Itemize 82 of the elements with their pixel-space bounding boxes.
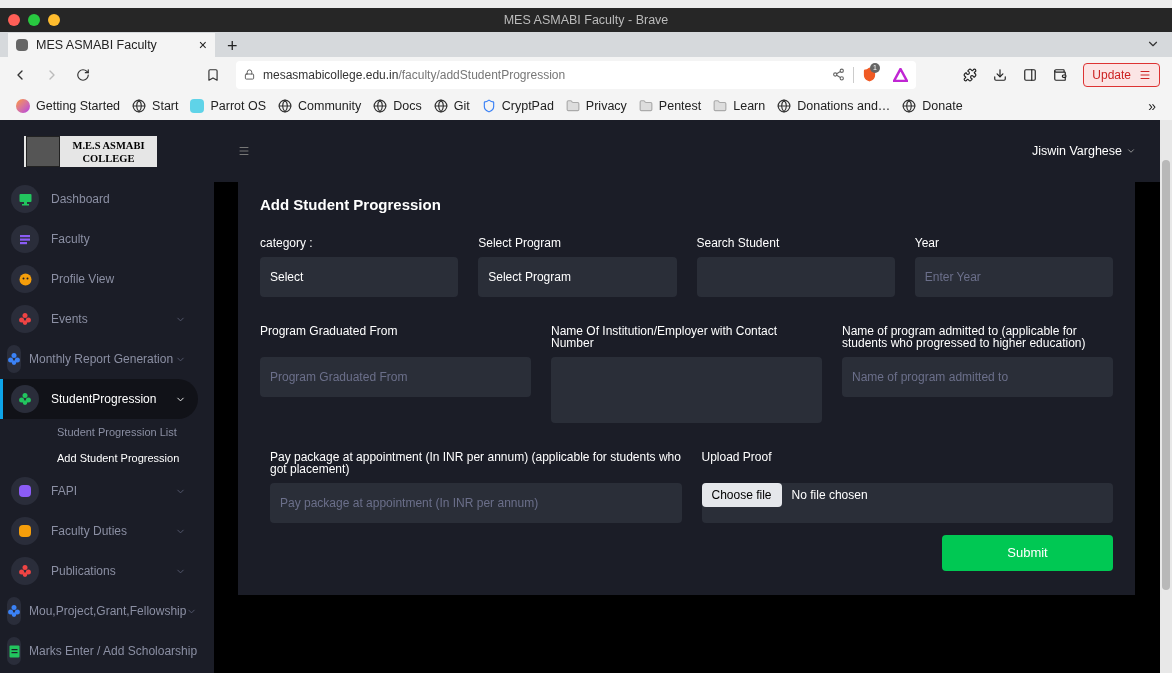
share-icon[interactable] [832,68,845,81]
new-tab-button[interactable]: + [227,37,238,55]
input-field[interactable]: Pay package at appointment (In INR per annum) [270,482,682,523]
sidebar-item[interactable]: Dashboard [0,179,198,219]
url-path: /faculty/addStudentProgression [398,67,566,82]
scrollbar-thumb[interactable] [1162,160,1170,590]
form-title: Add Student Progression [260,195,442,215]
field-label: Name Of Institution/Employer with Contact Number [551,324,779,349]
bookmark-link[interactable]: Donate [902,96,963,116]
select-field[interactable]: Select [260,256,459,297]
input-field[interactable]: Enter Year [914,256,1113,297]
more-bookmarks-button[interactable]: » [1148,95,1156,117]
folder-icon [638,99,653,113]
sidebar-item[interactable]: Marks Enter / Add Scholoarship [0,631,198,671]
bookmark-link[interactable]: Parrot OS [190,96,267,116]
sidebar-subitem[interactable]: Add Student Progression [57,445,214,471]
bookmark-icon[interactable] [206,67,220,82]
file-field[interactable]: Choose file No file chosen [701,482,1113,523]
update-button[interactable]: Update [1083,62,1160,87]
sidebar-panel-icon[interactable] [1023,67,1038,82]
sidebar-item[interactable]: Monthly Report Generation [0,339,198,379]
globe-icon [132,99,147,113]
field-label: Upload Proof [701,450,773,466]
sidebar-item[interactable]: Mou,Project,Grant,Fellowship [0,591,198,631]
field-label: category : [260,236,314,249]
globe-icon [777,99,792,113]
input-field[interactable]: Program Graduated From [260,356,531,397]
caret-icon [1126,146,1136,156]
sidebar-subitem[interactable]: Student Progression List [57,419,214,445]
globe-icon [278,99,293,113]
field-label: Year [914,236,940,249]
sidebar-item[interactable]: Profile View [0,259,198,299]
field-label: Program Graduated From [260,324,399,340]
wallet-icon[interactable] [1053,67,1068,82]
user-menu[interactable]: Jiswin Varghese [1031,141,1136,161]
sidebar-item[interactable]: Faculty [0,219,198,259]
field-label: Search Student [696,236,781,249]
logo-text: COLLEGE [82,151,135,165]
window-title: MES ASMABI Faculty - Brave [503,11,669,29]
sidebar-item[interactable]: Faculty Duties [0,511,198,551]
choose-file-button[interactable]: Choose file [701,482,782,507]
sidebar-item[interactable]: FAPI [0,471,198,511]
bookmark-link[interactable]: Start [132,96,179,116]
bookmark-link[interactable]: Privacy [565,96,627,116]
bookmark-link[interactable]: Docs [373,96,422,116]
browser-logo-icon [16,99,30,113]
logo-text: M.E.S ASMABI [72,138,145,152]
bookmark-link[interactable]: Getting Started [16,96,121,116]
browser-tab[interactable]: MES ASMABI Faculty × [8,33,215,57]
bookmark-link[interactable]: CryptPad [481,96,554,116]
field-label: Pay package at appointment (In INR per annum) (applicable for students who got placement) [270,450,682,475]
folder-icon [713,99,728,113]
parrot-icon [190,99,205,113]
field-label: Select Program [478,236,562,249]
extensions-icon[interactable] [963,67,978,82]
crest-icon [16,39,28,51]
menu-icon [1139,68,1151,81]
sidebar-item[interactable]: StudentProgression [0,379,198,419]
globe-icon [433,99,448,113]
menu-icon[interactable] [238,145,250,157]
sidebar-item[interactable]: Publications [0,551,198,591]
file-status: No file chosen [791,486,868,504]
bookmark-link[interactable]: Learn [713,96,766,116]
lock-icon [244,69,255,80]
folder-icon [565,99,580,113]
bookmark-link[interactable]: Donations and… [777,96,891,116]
triangle-icon[interactable] [893,67,908,82]
download-icon[interactable] [993,67,1008,82]
crest-drawing [26,136,60,167]
input-field[interactable]: Name of program admitted to [842,356,1113,397]
bookmark-link[interactable]: Git [433,96,470,116]
url-domain: mesasmabicollege.edu.in [263,67,399,82]
bookmark-link[interactable]: Community [278,96,362,116]
sidebar-item[interactable]: Events [0,299,198,339]
globe-icon [902,99,917,113]
globe-icon [373,99,388,113]
bookmark-link[interactable]: Pentest [638,96,702,116]
reload-icon[interactable] [76,67,90,82]
select-field[interactable]: Select Program [478,256,677,297]
field-label: Name of program admitted to (applicable for students who progressed to higher education) [842,324,1087,349]
close-tab-button[interactable]: × [198,34,207,56]
shield-icon [481,99,496,113]
